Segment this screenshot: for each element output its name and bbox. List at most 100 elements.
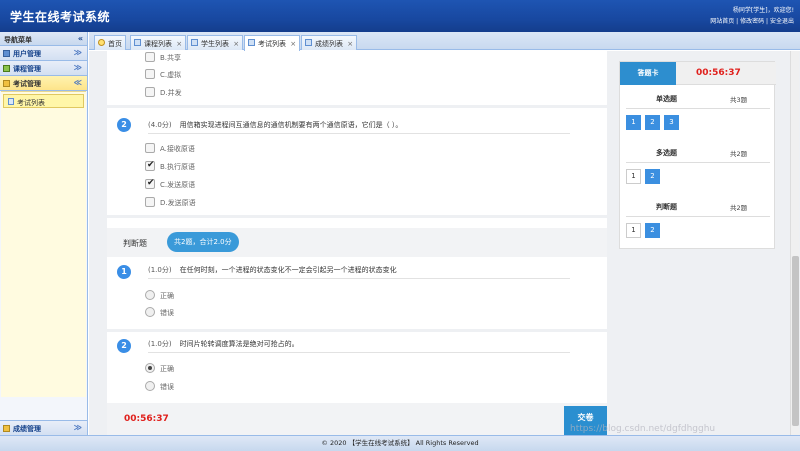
sidebar-item-label: 课程管理 [13,65,41,73]
sidebar-title: 导航菜单 [4,36,32,44]
option-checkbox-checked[interactable] [145,160,155,171]
exam-paper: B.共享 C.虚拟 D.并发 2 (4.0分) 用信箱实现进程间互通信息的通信机制… [107,51,607,435]
question-score: (1.0分) [148,266,172,274]
copyright-text: © 2020 【学生在线考试系统】 All Rights Reserved [321,439,479,447]
divider [626,162,770,163]
sidebar-item-course-management[interactable]: 课程管理 ≫ [0,61,87,76]
close-icon[interactable]: × [290,40,296,48]
tab-label: 学生列表 [201,40,229,48]
tab-label: 成绩列表 [315,40,343,48]
grade-icon [3,425,10,432]
group-name: 多选题 [656,149,677,157]
sidebar-item-grade-management[interactable]: 成绩管理 ≫ [0,420,87,435]
divider [626,216,770,217]
section-header: 判断题 共2题，合计2.0分 [107,228,607,257]
home-link[interactable]: 网站首页 [710,18,734,25]
option-radio-selected[interactable] [145,363,155,373]
close-icon[interactable]: × [176,40,182,48]
page-icon [305,39,312,46]
scrollbar[interactable] [790,51,799,435]
sidebar-item-user-management[interactable]: 用户管理 ≫ [0,46,87,61]
question-stem: 时间片轮转调度算法是绝对可抢占的。 [179,340,299,348]
page-icon [8,98,14,105]
users-icon [3,50,10,57]
tab-home[interactable]: 首页 [94,35,126,50]
question-nav-button[interactable]: 1 [626,115,641,130]
sidebar-subitem-exam-list[interactable]: 考试列表 [3,94,84,108]
option-label: D.并发 [160,89,182,97]
option-radio[interactable] [145,307,155,317]
exam-timer: 00:56:37 [124,414,169,424]
page-icon [191,39,198,46]
exam-footer: 00:56:37 交卷 [107,403,607,435]
question-text: (1.0分) 时间片轮转调度算法是绝对可抢占的。 [148,339,570,353]
tab-label: 课程列表 [144,40,172,48]
option-checkbox[interactable] [145,52,155,62]
option-checkbox[interactable] [145,197,155,207]
question-stem: 用信箱实现进程间互通信息的通信机制要有两个通信原语，它们是（ ）。 [179,121,403,129]
close-icon[interactable]: × [347,40,353,48]
close-icon[interactable]: × [233,40,239,48]
question-nav-button[interactable]: 2 [645,223,660,238]
tab-course-list[interactable]: 课程列表 × [130,35,187,50]
option-radio[interactable] [145,290,155,300]
option-label: B.共享 [160,54,182,62]
page-icon [248,39,255,46]
tab-label: 考试列表 [258,40,286,48]
scrollbar-thumb[interactable] [792,256,799,426]
link-separator: | [766,18,769,25]
option-label: 错误 [160,383,174,391]
change-password-link[interactable]: 修改密码 [740,18,764,25]
option-label: B.执行原语 [160,163,196,171]
question-nav-button[interactable]: 2 [645,115,660,130]
sidebar-item-exam-management[interactable]: 考试管理 ≪ [0,76,87,91]
page-icon [134,39,141,46]
exam-icon [3,80,10,87]
sidebar-submenu: 考试列表 [1,91,86,397]
answer-card-title: 答题卡 [620,62,676,85]
chevron-down-icon: ≫ [73,423,82,432]
option-checkbox[interactable] [145,69,155,79]
header-links: 网站首页 | 修改密码 | 安全退出 [710,16,794,25]
divider [107,329,607,332]
section-summary-badge: 共2题，合计2.0分 [167,232,239,252]
question-nav-button[interactable]: 2 [645,169,660,184]
question-nav-button[interactable]: 1 [626,169,641,184]
collapse-sidebar-icon[interactable]: « [78,34,83,43]
logout-link[interactable]: 安全退出 [770,18,794,25]
tab-grade-list[interactable]: 成绩列表 × [301,35,358,50]
group-name: 判断题 [656,203,677,211]
bulb-icon [98,39,105,46]
question-number-badge: 2 [117,339,131,353]
sidebar: 导航菜单 « 用户管理 ≫ 课程管理 ≫ 考试管理 ≪ 考试列表 成绩管理 ≫ [0,32,88,435]
question-number-badge: 2 [117,118,131,132]
option-label: C.虚拟 [160,71,182,79]
tab-exam-list[interactable]: 考试列表 × [244,35,301,51]
question-score: (4.0分) [148,121,172,129]
course-icon [3,65,10,72]
question-text: (4.0分) 用信箱实现进程间互通信息的通信机制要有两个通信原语，它们是（ ）。 [148,120,570,134]
tab-bar: 首页 课程列表 × 学生列表 × 考试列表 × 成绩列表 × [89,32,800,51]
welcome-text: 杨同学[学生]，欢迎您! [732,7,794,14]
question-nav-button[interactable]: 1 [626,223,641,238]
answer-card-timer: 00:56:37 [696,68,741,78]
sidebar-item-label: 考试管理 [13,80,41,88]
main-content: B.共享 C.虚拟 D.并发 2 (4.0分) 用信箱实现进程间互通信息的通信机制… [89,51,800,435]
group-name: 单选题 [656,95,677,103]
sidebar-subitem-label: 考试列表 [17,99,45,107]
option-checkbox[interactable] [145,87,155,97]
chevron-up-icon: ≪ [73,78,82,87]
option-checkbox[interactable] [145,143,155,153]
question-nav-button[interactable]: 3 [664,115,679,130]
tab-student-list[interactable]: 学生列表 × [187,35,244,50]
question-stem: 在任何时刻，一个进程的状态变化不一定会引起另一个进程的状态变化 [179,266,397,274]
option-checkbox-checked[interactable] [145,178,155,189]
sidebar-item-label: 成绩管理 [13,425,41,433]
option-label: A.接收原语 [160,145,195,153]
tab-label: 首页 [108,40,122,48]
question-number-badge: 1 [117,265,131,279]
option-label: 正确 [160,292,174,300]
option-label: C.发送原语 [160,181,196,189]
option-radio[interactable] [145,381,155,391]
option-label: 错误 [160,309,174,317]
